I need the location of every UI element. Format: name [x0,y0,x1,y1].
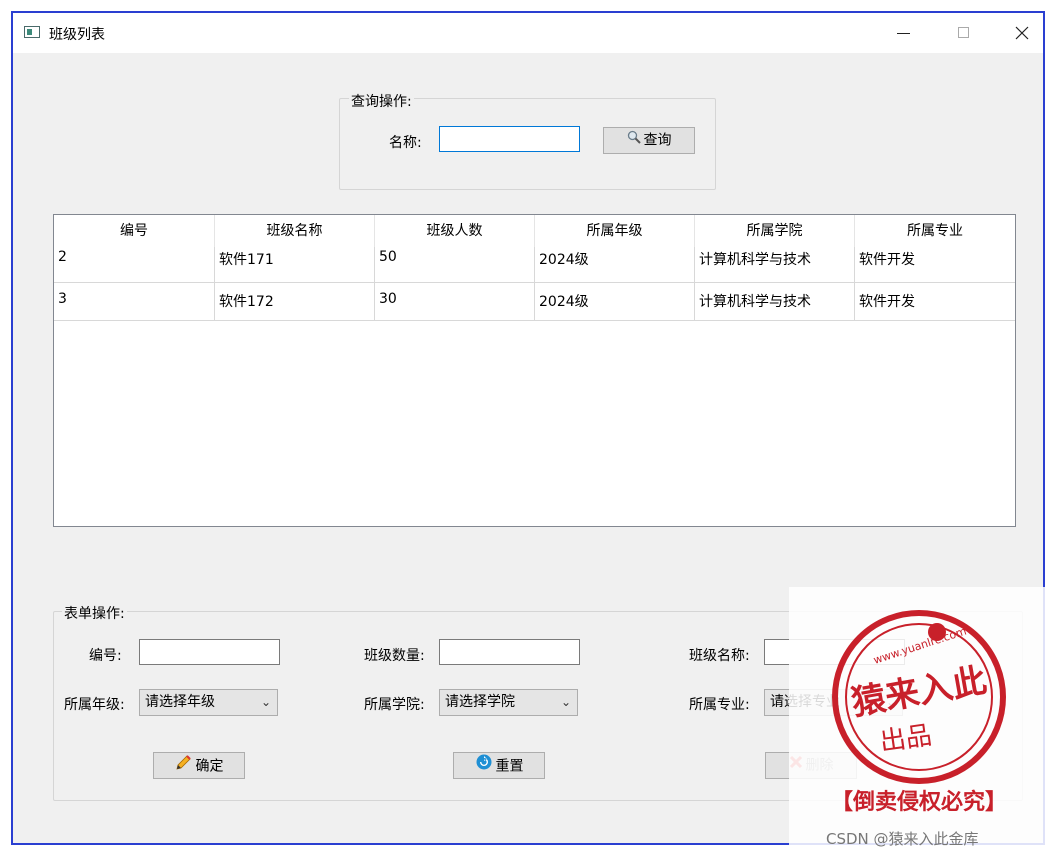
table-cell: 3 [54,283,215,320]
stamp-graphic: www.yuanlrc.com 猿来入此 出品 【倒卖侵权必究】 [831,610,1007,815]
chevron-down-icon: ⌄ [260,695,271,709]
table-cell: 2024级 [535,247,695,282]
table-cell: 50 [375,247,535,282]
table-cell: 30 [375,283,535,320]
college-select-value: 请选择学院 [445,694,515,710]
table-cell: 2 [54,247,215,282]
count-label: 班级数量: [364,648,425,664]
table-row[interactable]: 2 软件171 50 2024级 计算机科学与技术 软件开发 [54,247,1015,283]
watermark-sub: 出品 [878,721,934,758]
watermark-warning: 【倒卖侵权必究】 [831,789,1007,815]
college-label: 所属学院: [364,697,425,713]
table-cell: 软件171 [215,247,375,282]
table-row[interactable]: 3 软件172 30 2024级 计算机科学与技术 软件开发 [54,283,1015,321]
form-group-label: 表单操作: [62,603,127,623]
table-cell: 计算机科学与技术 [695,247,855,282]
confirm-button-label: 确定 [195,758,224,775]
grade-select[interactable]: 请选择年级 ⌄ [139,689,278,716]
maximize-button[interactable] [949,19,979,47]
window-title: 班级列表 [49,27,105,43]
id-label: 编号: [89,648,122,664]
grade-label: 所属年级: [64,697,125,713]
reset-button[interactable]: 重置 [453,752,545,779]
search-button-label: 查询 [643,132,672,149]
app-icon [24,26,40,38]
query-name-input[interactable] [439,126,580,152]
column-header-class-size[interactable]: 班级人数 [375,215,535,247]
column-header-id[interactable]: 编号 [54,215,215,247]
maximize-icon [958,27,969,38]
close-button[interactable] [1007,19,1037,47]
class-name-label: 班级名称: [689,648,750,664]
college-select[interactable]: 请选择学院 ⌄ [439,689,578,716]
column-header-college[interactable]: 所属学院 [695,215,855,247]
table-cell: 软件开发 [855,247,1015,282]
reset-button-label: 重置 [495,758,524,775]
close-icon [1015,26,1029,40]
table-cell: 软件开发 [855,283,1015,320]
column-header-class-name[interactable]: 班级名称 [215,215,375,247]
watermark-stamp: www.yuanlrc.com 猿来入此 出品 【倒卖侵权必究】 [789,587,1053,851]
column-header-grade[interactable]: 所属年级 [535,215,695,247]
refresh-icon [475,753,493,780]
major-label: 所属专业: [689,697,750,713]
query-name-label: 名称: [389,135,422,151]
watermark-main: 猿来入此 [849,661,990,724]
table-cell: 计算机科学与技术 [695,283,855,320]
class-table[interactable]: 编号 班级名称 班级人数 所属年级 所属学院 所属专业 2 软件171 50 2… [53,214,1016,527]
search-icon [627,128,641,153]
minimize-button[interactable] [889,19,919,47]
search-button[interactable]: 查询 [603,127,695,154]
grade-select-value: 请选择年级 [145,694,215,710]
chevron-down-icon: ⌄ [560,695,571,709]
column-header-major[interactable]: 所属专业 [855,215,1015,247]
query-group-label: 查询操作: [349,91,414,111]
table-cell: 2024级 [535,283,695,320]
confirm-button[interactable]: 确定 [153,752,245,779]
table-cell: 软件172 [215,283,375,320]
title-bar[interactable]: 班级列表 [13,13,1043,53]
pencil-icon [175,753,193,780]
csdn-credit: CSDN @猿来入此金库 [826,830,979,848]
id-input[interactable] [139,639,280,665]
minimize-icon [897,33,910,34]
count-input[interactable] [439,639,580,665]
table-header: 编号 班级名称 班级人数 所属年级 所属学院 所属专业 [54,215,1015,247]
